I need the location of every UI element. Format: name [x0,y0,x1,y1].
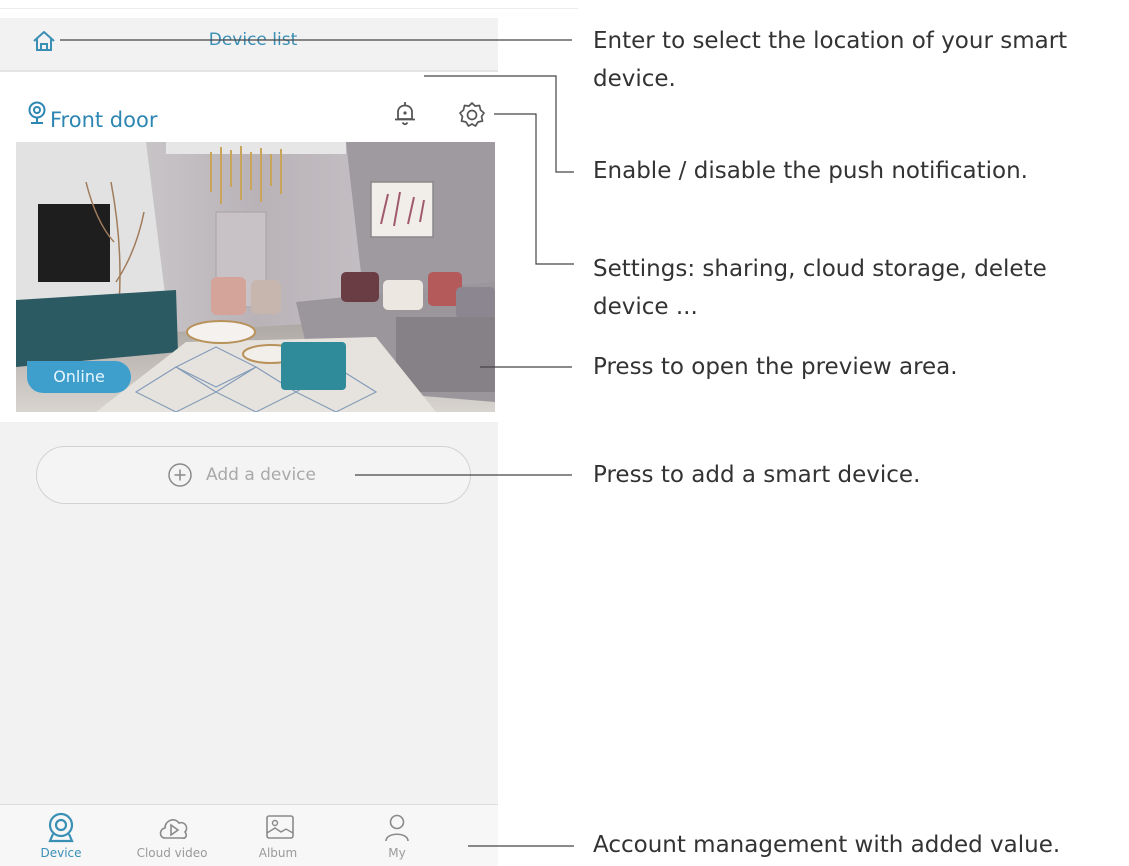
home-icon[interactable] [31,29,57,53]
location-pin-icon[interactable] [26,100,48,126]
tab-cloud-video-label: Cloud video [136,846,208,860]
callout-preview: Press to open the preview area. [593,354,958,380]
callout-add: Press to add a smart device. [593,462,921,488]
app-guide: Device list Front door Online Add a devi… [0,0,1129,866]
plus-circle-icon [168,463,192,487]
tab-my-label: My [388,846,406,860]
device-name[interactable]: Front door [50,108,157,132]
callout-account: Account management with added value. [593,832,1061,858]
callout-location: Enter to select the location of your sma… [593,28,1068,92]
gear-icon[interactable] [457,101,487,129]
tab-device-label: Device [40,846,82,860]
tv [38,204,110,282]
tab-album[interactable]: Album [233,806,323,865]
cloud-play-icon [159,819,188,839]
bell-icon[interactable] [390,99,420,129]
tab-cloud-video[interactable]: Cloud video [127,806,217,865]
tab-device[interactable]: Device [16,806,106,865]
add-device-label: Add a device [206,465,316,485]
ottoman [281,342,346,390]
callout-notification: Enable / disable the push notification. [593,158,1028,184]
status-badge: Online [27,361,131,393]
page-title: Device list [208,30,298,50]
tab-my[interactable]: My [352,806,442,865]
tab-album-label: Album [258,846,298,860]
callout-settings: Settings: sharing, cloud storage, delete… [593,256,1047,320]
phone-screen: Device list Front door Online Add a devi… [0,0,578,866]
image-icon [266,815,294,839]
camera-icon [48,812,74,843]
top-divider [0,8,578,9]
user-icon [385,814,409,842]
